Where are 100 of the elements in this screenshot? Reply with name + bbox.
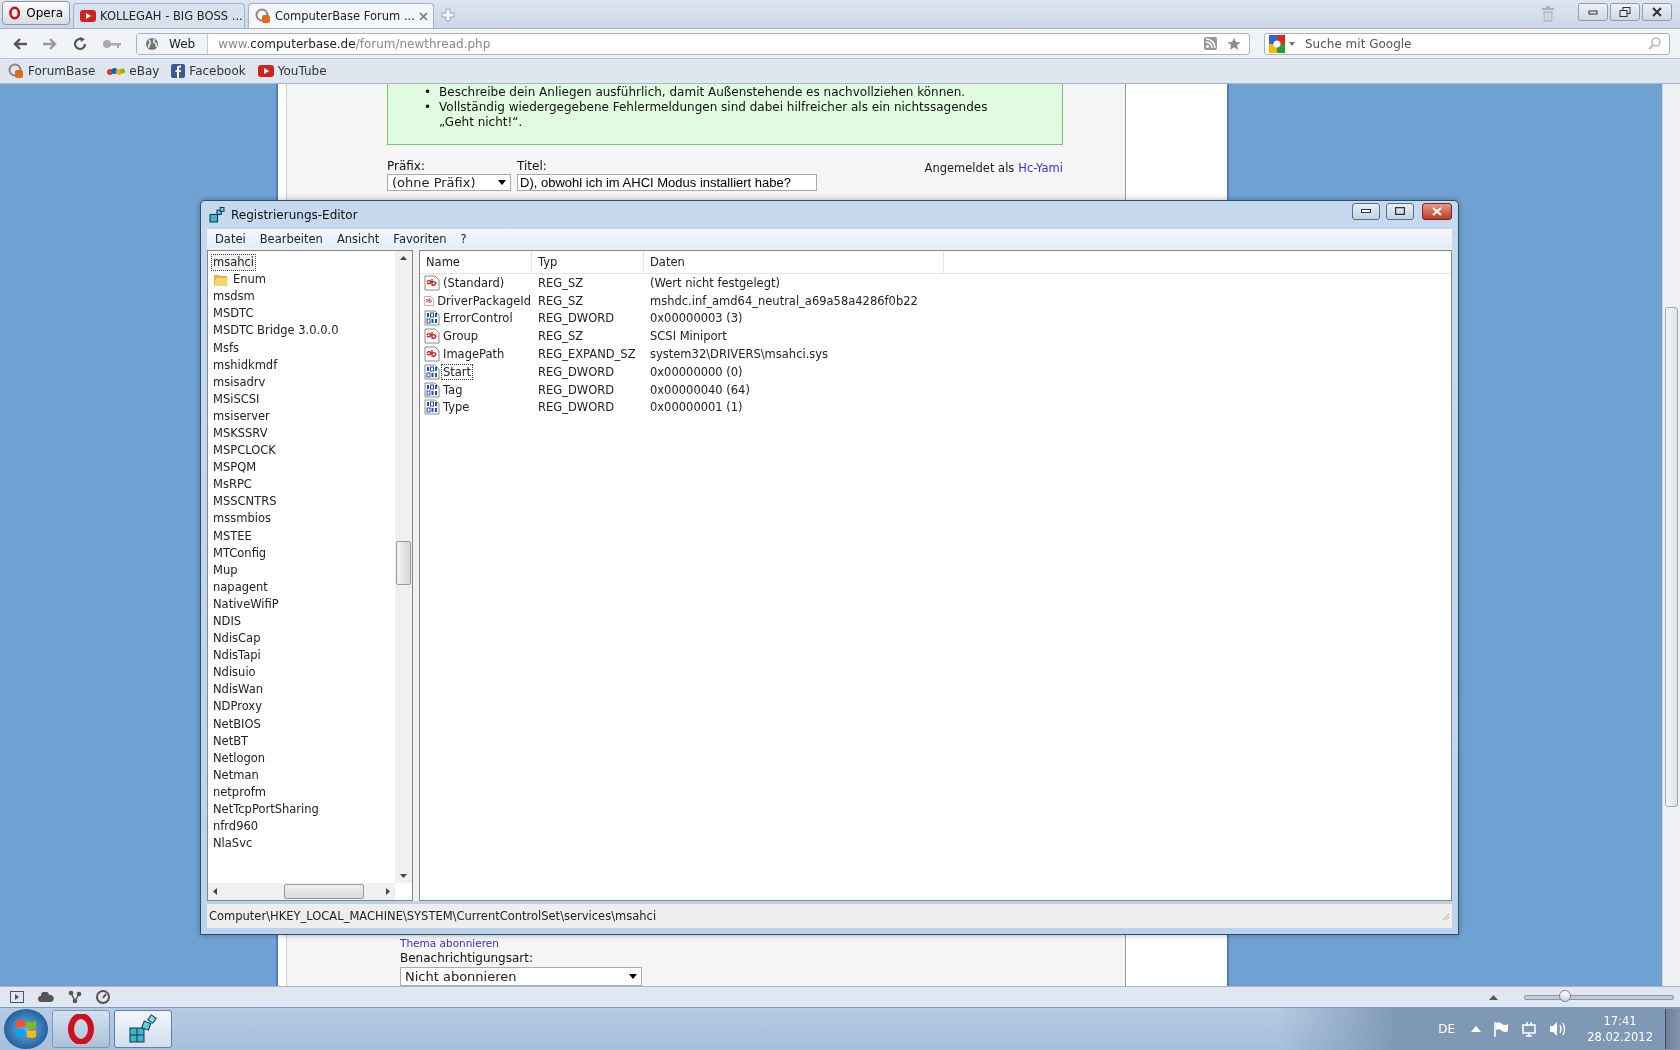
- tree-item[interactable]: NlaSvc: [212, 836, 254, 852]
- tree-item[interactable]: NetBIOS: [212, 716, 262, 732]
- scope-badge[interactable]: Web: [137, 33, 209, 54]
- back-icon[interactable]: [12, 36, 28, 51]
- tree-item[interactable]: MSPCLOCK: [212, 443, 277, 459]
- feed-icon[interactable]: [1204, 37, 1217, 50]
- tree-item[interactable]: Ndisuio: [212, 665, 257, 681]
- value-name[interactable]: DriverPackageId: [436, 293, 532, 308]
- tree-horizontal-scrollbar[interactable]: [208, 883, 395, 900]
- forward-icon[interactable]: [42, 36, 58, 51]
- scroll-thumb[interactable]: [396, 541, 411, 585]
- scroll-thumb[interactable]: [284, 884, 364, 899]
- reload-icon[interactable]: [72, 35, 88, 52]
- browser-menu-button[interactable]: Opera: [2, 1, 70, 25]
- tree-item[interactable]: msisadrv: [212, 374, 267, 390]
- value-name[interactable]: ErrorControl: [442, 311, 514, 326]
- panel-icon[interactable]: [10, 991, 24, 1003]
- menu-item[interactable]: Bearbeiten: [259, 231, 323, 246]
- bookmark-link[interactable]: ForumBase: [8, 63, 96, 79]
- star-icon[interactable]: [1227, 36, 1241, 51]
- tree-item[interactable]: Enum: [232, 272, 268, 288]
- close-button[interactable]: [1642, 3, 1672, 21]
- tree-item[interactable]: NdisCap: [212, 631, 262, 647]
- search-icon[interactable]: [1648, 37, 1661, 50]
- tree-item[interactable]: MSDTC: [212, 306, 255, 322]
- tree-item[interactable]: NetTcpPortSharing: [212, 802, 320, 818]
- tree-item[interactable]: MSTEE: [212, 528, 253, 544]
- scroll-up-icon[interactable]: [400, 256, 407, 260]
- bookmark-link[interactable]: eBay: [107, 64, 160, 78]
- value-name[interactable]: ImagePath: [442, 347, 506, 362]
- start-button[interactable]: [4, 1009, 48, 1049]
- tree-item[interactable]: MsRPC: [212, 477, 253, 493]
- tree-item[interactable]: Msfs: [212, 340, 240, 356]
- tree-item[interactable]: Netman: [212, 767, 260, 783]
- bookmark-link[interactable]: Facebook: [171, 64, 246, 78]
- taskbar-app-button[interactable]: [114, 1010, 172, 1048]
- column-header[interactable]: Daten: [644, 251, 944, 273]
- tree-item[interactable]: nfrd960: [212, 819, 260, 835]
- close-button[interactable]: [1422, 202, 1452, 220]
- restore-button[interactable]: [1610, 3, 1640, 21]
- tree-item[interactable]: Netlogon: [212, 750, 267, 766]
- tree-scrollbar[interactable]: [395, 251, 412, 883]
- prefix-dropdown[interactable]: (ohne Präfix): [387, 174, 511, 191]
- up-arrow-icon[interactable]: [1489, 994, 1498, 1000]
- scroll-thumb[interactable]: [1665, 307, 1678, 807]
- search-bar[interactable]: Suche mit Google: [1264, 32, 1670, 55]
- browser-tab[interactable]: KOLLEGAH - BIG BOSS ...: [73, 3, 245, 28]
- value-name[interactable]: Type: [442, 400, 471, 415]
- page-scrollbar[interactable]: [1662, 84, 1680, 986]
- menu-item[interactable]: ?: [460, 231, 467, 246]
- column-header[interactable]: Name: [420, 251, 532, 273]
- tree-item[interactable]: MSPQM: [212, 460, 258, 476]
- scroll-down-icon[interactable]: [400, 874, 407, 878]
- tree-item[interactable]: mssmbios: [212, 511, 272, 527]
- scroll-right-icon[interactable]: [386, 888, 390, 895]
- resize-grip-icon[interactable]: [1440, 911, 1450, 921]
- tree-item[interactable]: Mup: [212, 562, 239, 578]
- share-icon[interactable]: [68, 990, 82, 1004]
- search-engine-icon[interactable]: [1269, 34, 1297, 53]
- tree-item[interactable]: MSSCNTRS: [212, 494, 278, 510]
- value-name[interactable]: Start: [442, 364, 473, 379]
- user-link[interactable]: Hc-Yami: [1018, 161, 1063, 175]
- tree-item[interactable]: NDProxy: [212, 699, 263, 715]
- tree-item[interactable]: MSDTC Bridge 3.0.0.0: [212, 323, 340, 339]
- tree-item[interactable]: MSiSCSI: [212, 391, 261, 407]
- search-field[interactable]: Suche mit Google: [1303, 35, 1642, 52]
- value-name[interactable]: (Standard): [442, 275, 506, 290]
- tree-item[interactable]: msdsm: [212, 289, 256, 305]
- value-name[interactable]: Tag: [442, 382, 464, 397]
- tree-item[interactable]: NdisTapi: [212, 648, 262, 664]
- menu-item[interactable]: Datei: [215, 231, 246, 246]
- volume-icon[interactable]: [1549, 1021, 1568, 1037]
- scroll-left-icon[interactable]: [213, 888, 217, 895]
- subscribe-link[interactable]: Thema abonnieren: [400, 937, 499, 949]
- maximize-button[interactable]: [1386, 202, 1414, 220]
- tree-item[interactable]: MSKSSRV: [212, 426, 269, 441]
- tree-item[interactable]: msiserver: [212, 408, 271, 424]
- cloud-icon[interactable]: [38, 992, 54, 1002]
- address-field[interactable]: Web www.computerbase.de/forum/newthread.php: [136, 32, 1250, 55]
- key-icon[interactable]: [102, 38, 122, 49]
- flag-icon[interactable]: [1493, 1021, 1510, 1037]
- network-icon[interactable]: [1521, 1021, 1538, 1037]
- tree-item[interactable]: mshidkmdf: [212, 357, 279, 373]
- tree-item[interactable]: napagent: [212, 579, 269, 595]
- column-header[interactable]: Typ: [532, 251, 644, 273]
- tree-item[interactable]: NdisWan: [212, 682, 265, 698]
- gauge-icon[interactable]: [96, 990, 110, 1004]
- tree-item[interactable]: NetBT: [212, 733, 250, 749]
- bookmark-link[interactable]: YouTube: [257, 64, 327, 78]
- show-desktop-button[interactable]: [1665, 1009, 1680, 1049]
- close-icon[interactable]: [418, 11, 428, 21]
- taskbar-app-button[interactable]: [52, 1010, 110, 1048]
- menu-item[interactable]: Favoriten: [393, 231, 447, 246]
- tree-item[interactable]: netprofm: [212, 784, 267, 800]
- minimize-button[interactable]: [1352, 202, 1380, 220]
- tree-item[interactable]: MTConfig: [212, 545, 268, 561]
- menu-item[interactable]: Ansicht: [336, 231, 380, 246]
- tree-item[interactable]: NativeWifiP: [212, 596, 280, 612]
- notification-dropdown[interactable]: Nicht abonnieren: [400, 967, 642, 986]
- value-name[interactable]: Group: [442, 329, 479, 344]
